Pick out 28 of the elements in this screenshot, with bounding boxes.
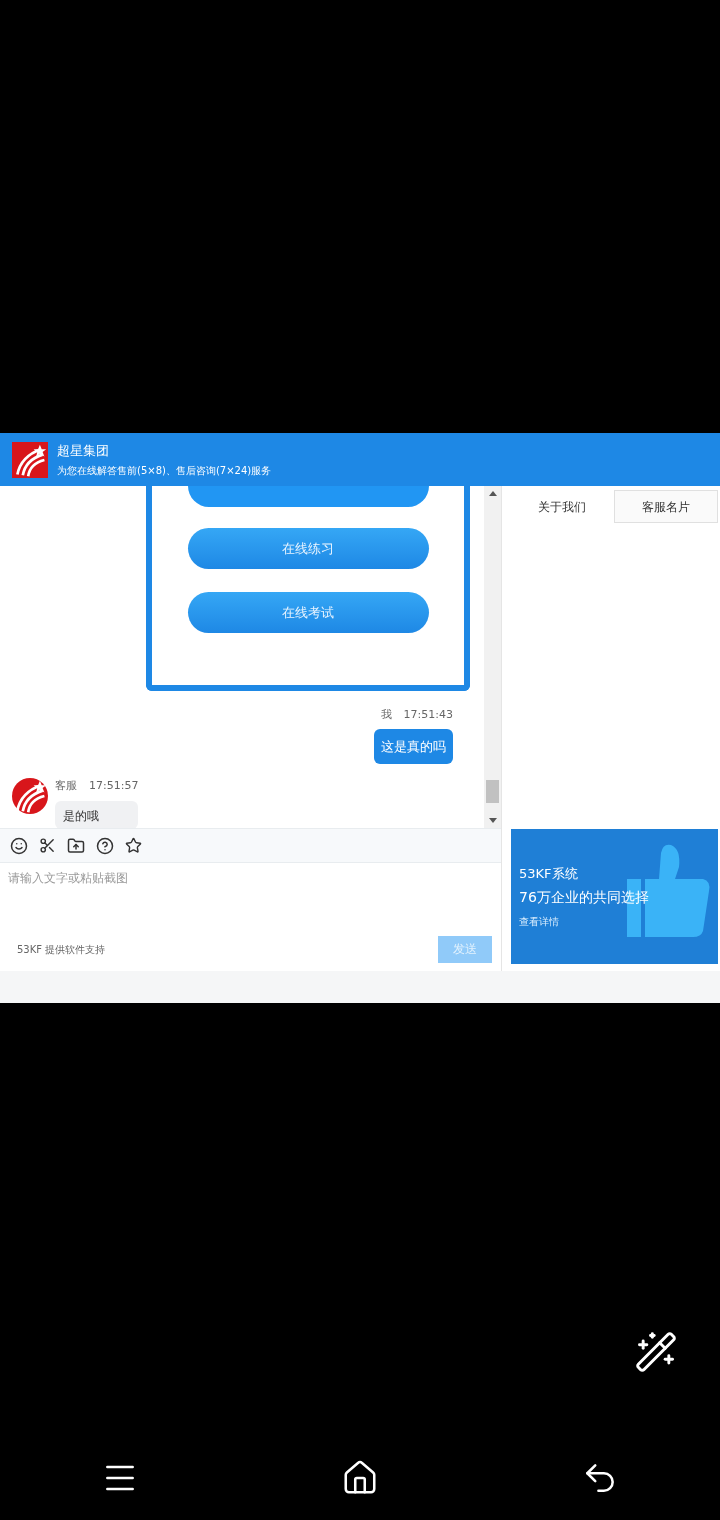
logo [12, 441, 48, 478]
sent-message: 这是真的吗 [374, 728, 453, 764]
home-icon[interactable] [341, 1459, 379, 1497]
message-time: 17:51:43 [403, 707, 453, 723]
sender-name: 我 [380, 707, 392, 723]
folder-upload-icon[interactable] [67, 836, 85, 855]
scissors-icon[interactable] [39, 837, 56, 854]
powered-by-text: 53KF 提供软件支持 [17, 942, 106, 957]
promo-title: 53KF系统 [519, 864, 579, 883]
scrollbar[interactable] [484, 486, 501, 828]
promo-card[interactable]: 53KF系统 76万企业的共同选择 查看详情 [511, 829, 718, 964]
promo-headline: 76万企业的共同选择 [519, 888, 649, 908]
star-icon[interactable] [125, 837, 142, 854]
agent-avatar [12, 778, 48, 814]
received-message: 是的哦 [55, 800, 139, 828]
message-time: 17:51:57 [89, 778, 139, 794]
scroll-up-icon[interactable] [488, 491, 497, 496]
company-name: 超星集团 [57, 441, 110, 460]
panel-tab[interactable]: 客服名片 [613, 490, 718, 523]
message-input[interactable]: 请输入文字或粘贴截图 [0, 863, 501, 929]
help-icon[interactable] [96, 836, 114, 855]
magic-wand-icon[interactable] [634, 1330, 678, 1374]
service-subtitle: 为您在线解答售前(5×8)、售后咨询(7×24)服务 [57, 464, 272, 479]
scroll-down-icon[interactable] [488, 818, 497, 823]
scroll-thumb[interactable] [486, 780, 499, 803]
emoji-icon[interactable] [10, 836, 28, 855]
sender-name: 客服 [55, 778, 77, 794]
promo-link[interactable]: 查看详情 [519, 914, 649, 930]
